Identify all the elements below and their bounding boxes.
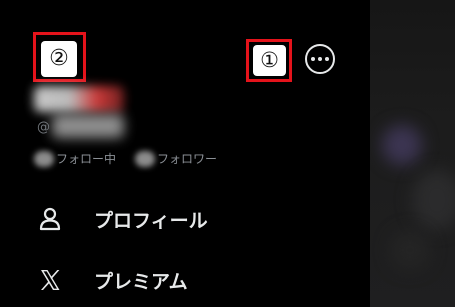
following-count-redacted bbox=[34, 150, 54, 167]
annotation-number-1: ① bbox=[260, 48, 279, 72]
menu-item-profile[interactable]: プロフィール bbox=[36, 205, 208, 233]
blurred-avatar bbox=[382, 125, 422, 165]
followers-label: フォロワー bbox=[157, 152, 218, 166]
annotation-marker-2: ② bbox=[33, 32, 86, 82]
x-logo-icon bbox=[36, 266, 64, 294]
more-options-button[interactable] bbox=[305, 44, 335, 74]
side-drawer: ② ① @ フォロー中 フォロワー プロフィール プレミアム bbox=[0, 0, 370, 307]
person-icon bbox=[36, 205, 64, 233]
avatar[interactable]: ② bbox=[41, 41, 77, 77]
menu-item-premium[interactable]: プレミアム bbox=[36, 266, 188, 294]
annotation-number-2: ② bbox=[49, 46, 69, 71]
followers-count-redacted bbox=[135, 150, 155, 167]
handle-redacted bbox=[52, 114, 124, 138]
menu-item-label: プレミアム bbox=[94, 270, 188, 293]
annotation-marker-1: ① bbox=[246, 39, 292, 82]
menu-item-label: プロフィール bbox=[94, 209, 208, 232]
blurred-content bbox=[390, 230, 430, 270]
blurred-content bbox=[412, 170, 455, 230]
display-name-redacted[interactable] bbox=[34, 86, 124, 112]
ellipsis-icon bbox=[311, 57, 329, 61]
following-label: フォロー中 bbox=[56, 152, 117, 166]
followers-link[interactable]: フォロワー bbox=[135, 150, 217, 167]
handle-at-sign: @ bbox=[37, 120, 50, 135]
following-link[interactable]: フォロー中 bbox=[34, 150, 116, 167]
dimmed-timeline-backdrop[interactable] bbox=[370, 0, 455, 307]
account-switch-button[interactable]: ① bbox=[253, 45, 286, 76]
